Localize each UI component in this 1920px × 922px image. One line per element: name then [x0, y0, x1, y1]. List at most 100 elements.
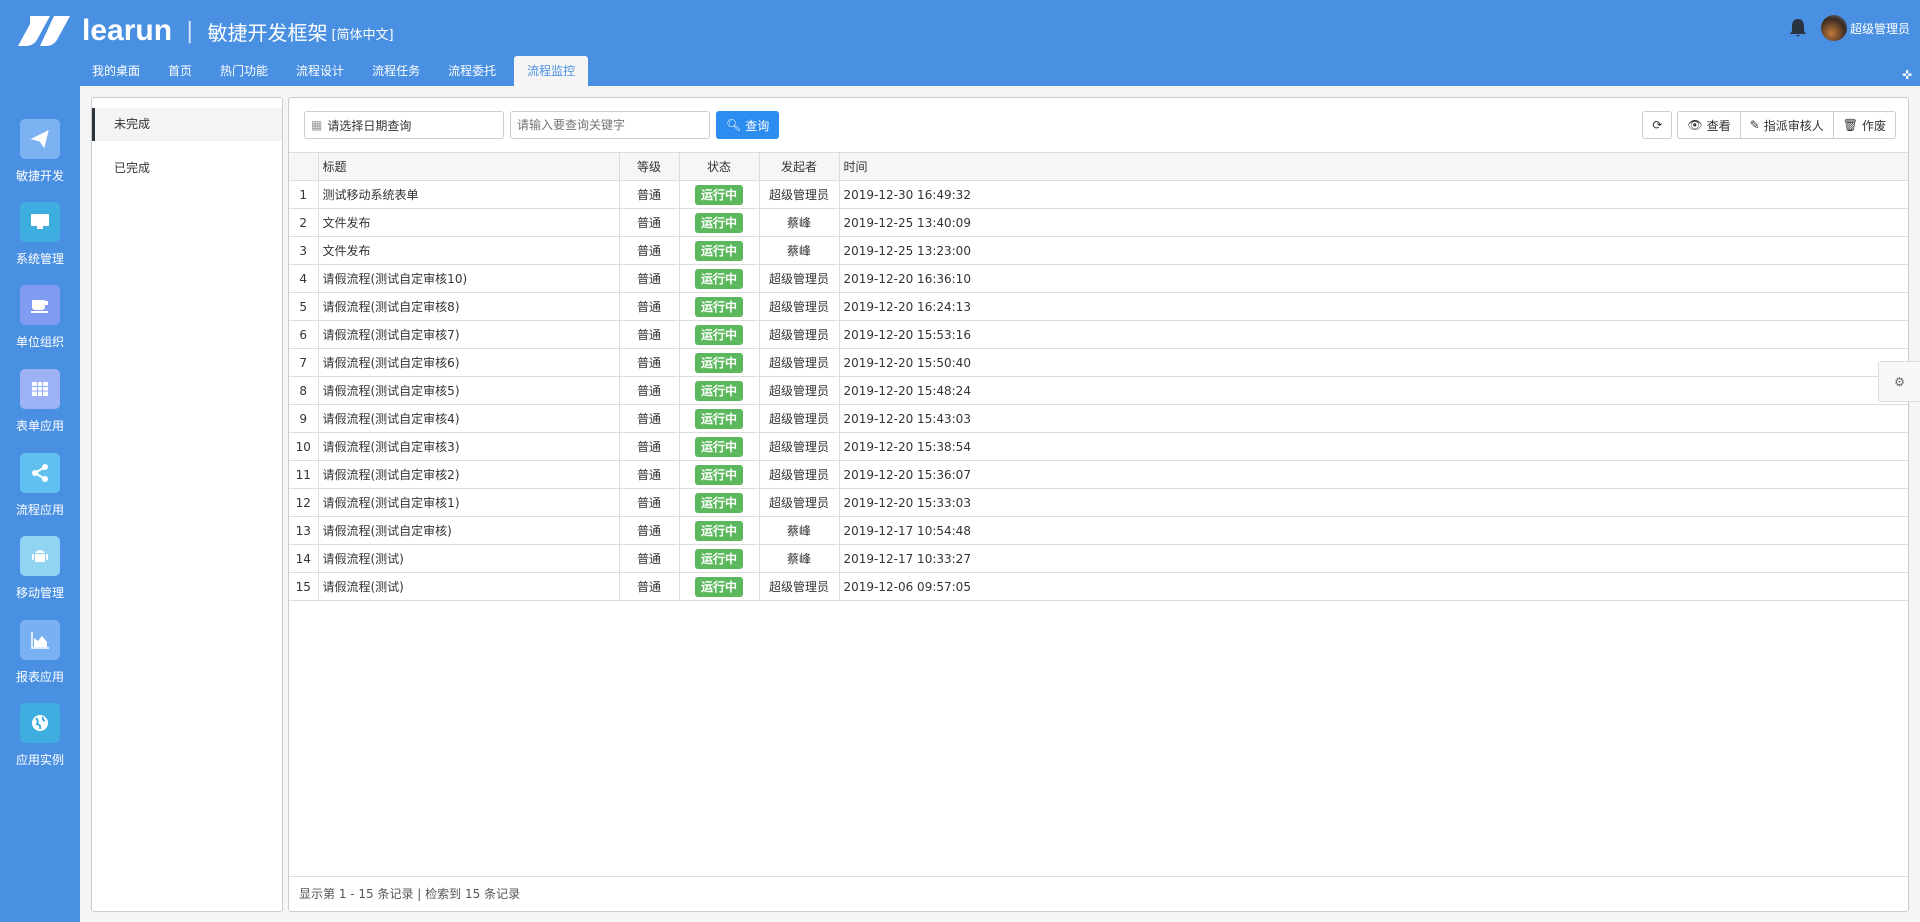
tab-flow-design[interactable]: 流程设计	[282, 56, 358, 86]
table-row[interactable]: 13 请假流程(测试自定审核) 普通 运行中 蔡峰 2019-12-17 10:54:48	[289, 516, 1908, 545]
tab-hot[interactable]: 热门功能	[206, 56, 282, 86]
nav-item-1[interactable]: 系统管理	[0, 202, 80, 267]
column-header[interactable]: 等级	[618, 152, 680, 181]
initiator-cell: 蔡峰	[758, 544, 840, 573]
gear-icon: ⚙	[1894, 374, 1905, 389]
nav-item-3[interactable]: 表单应用	[0, 369, 80, 434]
language-switch[interactable]: [简体中文]	[331, 24, 393, 43]
bell-icon[interactable]	[1789, 18, 1807, 38]
title-cell: 请假流程(测试自定审核1)	[317, 488, 620, 517]
title-cell: 请假流程(测试自定审核)	[317, 516, 620, 545]
nav-item-label: 流程应用	[15, 503, 64, 517]
nav-item-5[interactable]: 移动管理	[0, 536, 80, 601]
status-item-unfinished[interactable]: 未完成	[92, 108, 282, 141]
avatar[interactable]	[1820, 15, 1847, 41]
status-cell: 运行中	[678, 516, 760, 545]
level-cell: 普通	[618, 292, 680, 321]
status-badge: 运行中	[694, 493, 743, 513]
nav-item-label: 应用实例	[15, 753, 64, 767]
refresh-button[interactable]: ⟳	[1642, 111, 1673, 139]
table-row[interactable]: 1 测试移动系统表单 普通 运行中 超级管理员 2019-12-30 16:49:32	[289, 180, 1908, 209]
row-number: 8	[289, 376, 319, 405]
status-badge: 运行中	[694, 353, 743, 373]
initiator-cell: 超级管理员	[758, 432, 840, 461]
table-row[interactable]: 15 请假流程(测试) 普通 运行中 超级管理员 2019-12-06 09:57:05	[289, 572, 1908, 601]
table-row[interactable]: 6 请假流程(测试自定审核7) 普通 运行中 超级管理员 2019-12-20 15:53…	[289, 320, 1908, 349]
search-button[interactable]: 🔍︎ 查询	[716, 111, 780, 139]
table-row[interactable]: 2 文件发布 普通 运行中 蔡峰 2019-12-25 13:40:09	[289, 208, 1908, 237]
learun-logo-icon	[18, 16, 70, 46]
nav-item-0[interactable]: 敏捷开发	[0, 119, 80, 184]
nav-item-7[interactable]: 应用实例	[0, 703, 80, 768]
table-row[interactable]: 9 请假流程(测试自定审核4) 普通 运行中 超级管理员 2019-12-20 15:43…	[289, 404, 1908, 433]
table-row[interactable]: 5 请假流程(测试自定审核8) 普通 运行中 超级管理员 2019-12-20 16:24…	[289, 292, 1908, 321]
trash-icon: 🗑︎	[1842, 118, 1858, 132]
paper-plane-icon	[20, 119, 60, 159]
assign-reviewer-button[interactable]: ✎ 指派审核人	[1739, 111, 1834, 139]
level-cell: 普通	[618, 180, 680, 209]
table-row[interactable]: 8 请假流程(测试自定审核5) 普通 运行中 超级管理员 2019-12-20 15:48…	[289, 376, 1908, 405]
table-row[interactable]: 3 文件发布 普通 运行中 蔡峰 2019-12-25 13:23:00	[289, 236, 1908, 265]
status-cell: 运行中	[678, 404, 760, 433]
status-badge: 运行中	[694, 213, 743, 233]
status-badge: 运行中	[694, 437, 743, 457]
title-cell: 请假流程(测试)	[317, 544, 620, 573]
nav-item-6[interactable]: 报表应用	[0, 620, 80, 685]
view-button[interactable]: 👁︎ 查看	[1677, 111, 1741, 139]
time-cell: 2019-12-25 13:23:00	[838, 236, 1908, 265]
column-header[interactable]: 标题	[317, 152, 620, 181]
level-cell: 普通	[618, 376, 680, 405]
search-button-label: 查询	[745, 118, 770, 133]
status-panel: 未完成 已完成	[91, 97, 283, 912]
tab-desktop[interactable]: 我的桌面	[78, 56, 154, 86]
time-cell: 2019-12-20 15:50:40	[838, 348, 1908, 377]
column-header[interactable]	[289, 152, 319, 181]
table-row[interactable]: 4 请假流程(测试自定审核10) 普通 运行中 超级管理员 2019-12-20 16:3…	[289, 264, 1908, 293]
void-button[interactable]: 🗑︎ 作废	[1832, 111, 1896, 139]
table-row[interactable]: 10 请假流程(测试自定审核3) 普通 运行中 超级管理员 2019-12-20 15:3…	[289, 432, 1908, 461]
level-cell: 普通	[618, 488, 680, 517]
table-row[interactable]: 7 请假流程(测试自定审核6) 普通 运行中 超级管理员 2019-12-20 15:50…	[289, 348, 1908, 377]
status-badge: 运行中	[694, 241, 743, 261]
level-cell: 普通	[618, 432, 680, 461]
time-cell: 2019-12-17 10:33:27	[838, 544, 1908, 573]
row-number: 10	[289, 432, 319, 461]
initiator-cell: 超级管理员	[758, 572, 840, 601]
date-filter-label: 请选择日期查询	[327, 118, 412, 133]
column-header[interactable]: 状态	[678, 152, 760, 181]
column-header[interactable]: 时间	[838, 152, 1908, 181]
column-header[interactable]: 发起者	[758, 152, 840, 181]
row-number: 7	[289, 348, 319, 377]
tab-home[interactable]: 首页	[154, 56, 206, 86]
brand-separator: |	[186, 18, 194, 44]
time-cell: 2019-12-20 15:33:03	[838, 488, 1908, 517]
level-cell: 普通	[618, 404, 680, 433]
initiator-cell: 超级管理员	[758, 488, 840, 517]
status-badge: 运行中	[694, 297, 743, 317]
nav-item-label: 敏捷开发	[15, 169, 64, 183]
status-cell: 运行中	[678, 292, 760, 321]
row-number: 1	[289, 180, 319, 209]
flow-table: 标题 等级 状态 发起者 时间 1 测试移动系统表单 普通 运行中 超级管理员 2019-12-3…	[289, 152, 1908, 601]
user-name[interactable]: 超级管理员	[1850, 20, 1910, 37]
table-row[interactable]: 14 请假流程(测试) 普通 运行中 蔡峰 2019-12-17 10:33:27	[289, 544, 1908, 573]
keyword-input[interactable]	[510, 111, 710, 139]
tab-flow-task[interactable]: 流程任务	[358, 56, 434, 86]
fullscreen-icon[interactable]: ✜	[1902, 68, 1912, 82]
coffee-icon	[20, 285, 60, 325]
status-item-finished[interactable]: 已完成	[92, 152, 282, 185]
table-row[interactable]: 12 请假流程(测试自定审核1) 普通 运行中 超级管理员 2019-12-20 15:3…	[289, 488, 1908, 517]
status-badge: 运行中	[694, 409, 743, 429]
settings-button[interactable]: ⚙	[1878, 361, 1920, 402]
desktop-icon	[20, 202, 60, 242]
date-filter[interactable]: ▦ 请选择日期查询	[304, 111, 504, 139]
nav-item-4[interactable]: 流程应用	[0, 453, 80, 518]
status-badge: 运行中	[694, 521, 743, 541]
initiator-cell: 超级管理员	[758, 460, 840, 489]
tab-flow-monitor[interactable]: 流程监控	[514, 56, 589, 86]
table-row[interactable]: 11 请假流程(测试自定审核2) 普通 运行中 超级管理员 2019-12-20 15:3…	[289, 460, 1908, 489]
tab-flow-delegate[interactable]: 流程委托	[434, 56, 510, 86]
nav-item-2[interactable]: 单位组织	[0, 285, 80, 350]
nav-item-label: 报表应用	[15, 670, 64, 684]
pagination-info: 显示第 1 - 15 条记录 | 检索到 15 条记录	[289, 876, 1908, 911]
